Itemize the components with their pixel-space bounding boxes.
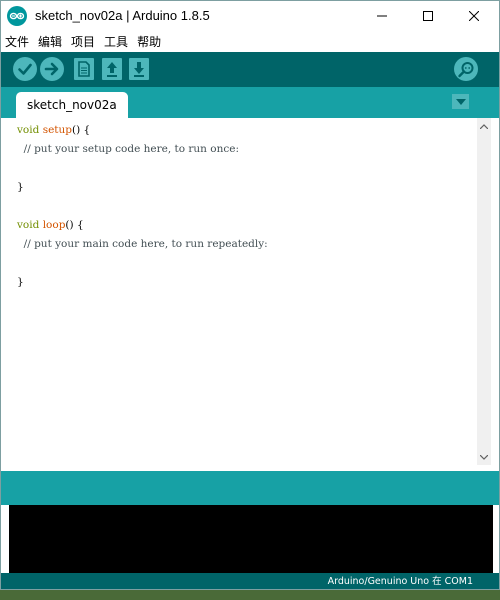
tab-bar: sketch_nov02a (1, 87, 499, 118)
code-line: } (17, 181, 24, 193)
message-area (1, 471, 499, 505)
code-text[interactable]: void setup() { // put your setup code he… (17, 121, 268, 292)
menu-help[interactable]: 帮助 (137, 33, 161, 50)
close-button[interactable] (451, 1, 497, 31)
verify-icon (18, 63, 32, 75)
code-line: void setup() { (17, 124, 91, 136)
code-line: } (17, 276, 24, 288)
console-output[interactable] (9, 505, 493, 573)
open-button[interactable] (102, 58, 122, 80)
toolbar (1, 52, 499, 87)
window-title: sketch_nov02a | Arduino 1.8.5 (35, 8, 210, 23)
verify-button[interactable] (13, 57, 37, 81)
menu-tools[interactable]: 工具 (104, 33, 128, 50)
open-arrow-up-icon (107, 62, 117, 77)
board-port-label: Arduino/Genuino Uno 在 COM1 (327, 576, 473, 587)
upload-arrow-icon (44, 62, 59, 76)
title-bar[interactable]: sketch_nov02a | Arduino 1.8.5 (1, 1, 499, 31)
status-bar: Arduino/Genuino Uno 在 COM1 (1, 573, 499, 589)
serial-monitor-icon (458, 62, 474, 78)
menu-bar: 文件 编辑 项目 工具 帮助 (1, 31, 499, 52)
arduino-window: sketch_nov02a | Arduino 1.8.5 文件 编辑 项目 工… (0, 0, 500, 590)
upload-button[interactable] (40, 57, 64, 81)
desktop-background-bottom (0, 590, 500, 600)
save-button[interactable] (129, 58, 149, 80)
menu-file[interactable]: 文件 (5, 33, 29, 50)
new-sketch-button[interactable] (74, 58, 94, 80)
vertical-scrollbar[interactable] (477, 118, 491, 465)
arduino-logo-icon (7, 6, 27, 26)
menu-sketch[interactable]: 项目 (71, 33, 95, 50)
code-editor[interactable]: void setup() { // put your setup code he… (1, 118, 499, 465)
tab-menu-button[interactable] (452, 94, 469, 109)
triangle-down-icon (455, 98, 466, 105)
code-line: void loop() { (17, 219, 84, 231)
maximize-button[interactable] (405, 1, 451, 31)
code-line: // put your main code here, to run repea… (17, 238, 268, 250)
menu-edit[interactable]: 编辑 (38, 33, 62, 50)
minimize-button[interactable] (359, 1, 405, 31)
new-file-icon (78, 61, 90, 77)
scroll-down-arrow-icon[interactable] (477, 451, 491, 463)
tab-sketch[interactable]: sketch_nov02a (16, 92, 128, 118)
save-arrow-down-icon (134, 62, 144, 77)
scroll-up-arrow-icon[interactable] (477, 120, 491, 132)
serial-monitor-button[interactable] (454, 57, 478, 81)
code-line: // put your setup code here, to run once… (17, 143, 239, 155)
